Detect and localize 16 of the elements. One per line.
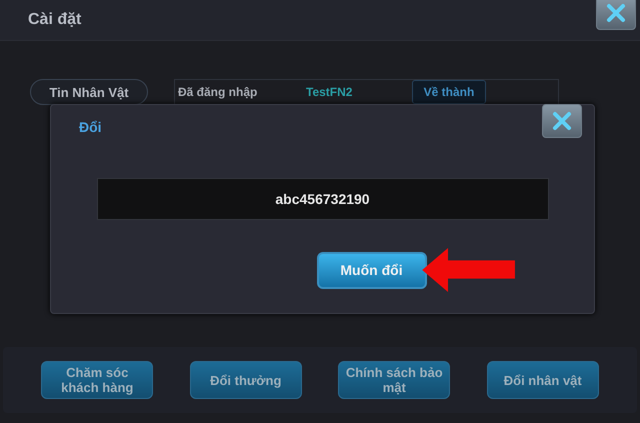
window-title: Cài đặt <box>28 11 82 29</box>
login-status: Đã đăng nhập <box>178 85 258 99</box>
menu-button[interactable]: Đổi nhân vật <box>486 361 599 399</box>
dialog-title: Đổi <box>79 119 102 135</box>
close-icon <box>550 109 574 133</box>
return-town-button[interactable]: Về thành <box>412 80 486 104</box>
close-icon <box>604 1 628 25</box>
account-name: TestFN2 <box>306 85 354 99</box>
input-field[interactable]: abc456732190 <box>96 178 548 220</box>
menu-button[interactable]: Chăm sóc khách hàng <box>41 361 154 399</box>
character-tab[interactable]: Tin Nhân Vật <box>30 79 148 105</box>
close-button[interactable] <box>542 104 582 138</box>
close-button[interactable] <box>596 0 636 30</box>
menu-button[interactable]: Đổi thưởng <box>190 361 302 399</box>
menu-button[interactable]: Chính sách bảo mật <box>338 361 450 399</box>
confirm-button[interactable]: Muốn đổi <box>316 252 426 288</box>
